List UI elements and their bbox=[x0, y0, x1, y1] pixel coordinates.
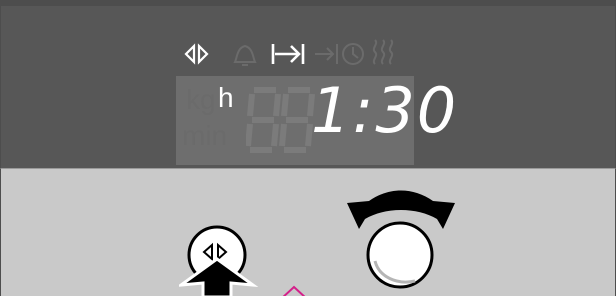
oven-control-panel: kg h min 1:30 bbox=[0, 0, 616, 296]
end-time-icon bbox=[315, 44, 338, 64]
unit-min-label: min bbox=[182, 120, 228, 151]
symbol-row bbox=[184, 39, 394, 66]
unit-kg-label: kg bbox=[186, 84, 216, 115]
selector-knob[interactable] bbox=[341, 181, 461, 296]
timer-bell-icon bbox=[233, 44, 257, 66]
lcd-window: kg h min 1:30 bbox=[176, 76, 456, 165]
run-time-icon bbox=[184, 43, 209, 65]
unit-h-label: h bbox=[218, 82, 234, 113]
clock-icon bbox=[342, 43, 364, 65]
cooking-time-icon bbox=[271, 44, 305, 64]
run-time-button[interactable] bbox=[179, 221, 259, 296]
inactive-digits bbox=[246, 87, 315, 153]
time-readout: 1:30 bbox=[311, 74, 459, 147]
heating-icon bbox=[372, 39, 394, 65]
display-panel: kg h min 1:30 bbox=[0, 0, 616, 168]
control-panel bbox=[0, 168, 616, 296]
highlight-marker bbox=[282, 285, 306, 296]
